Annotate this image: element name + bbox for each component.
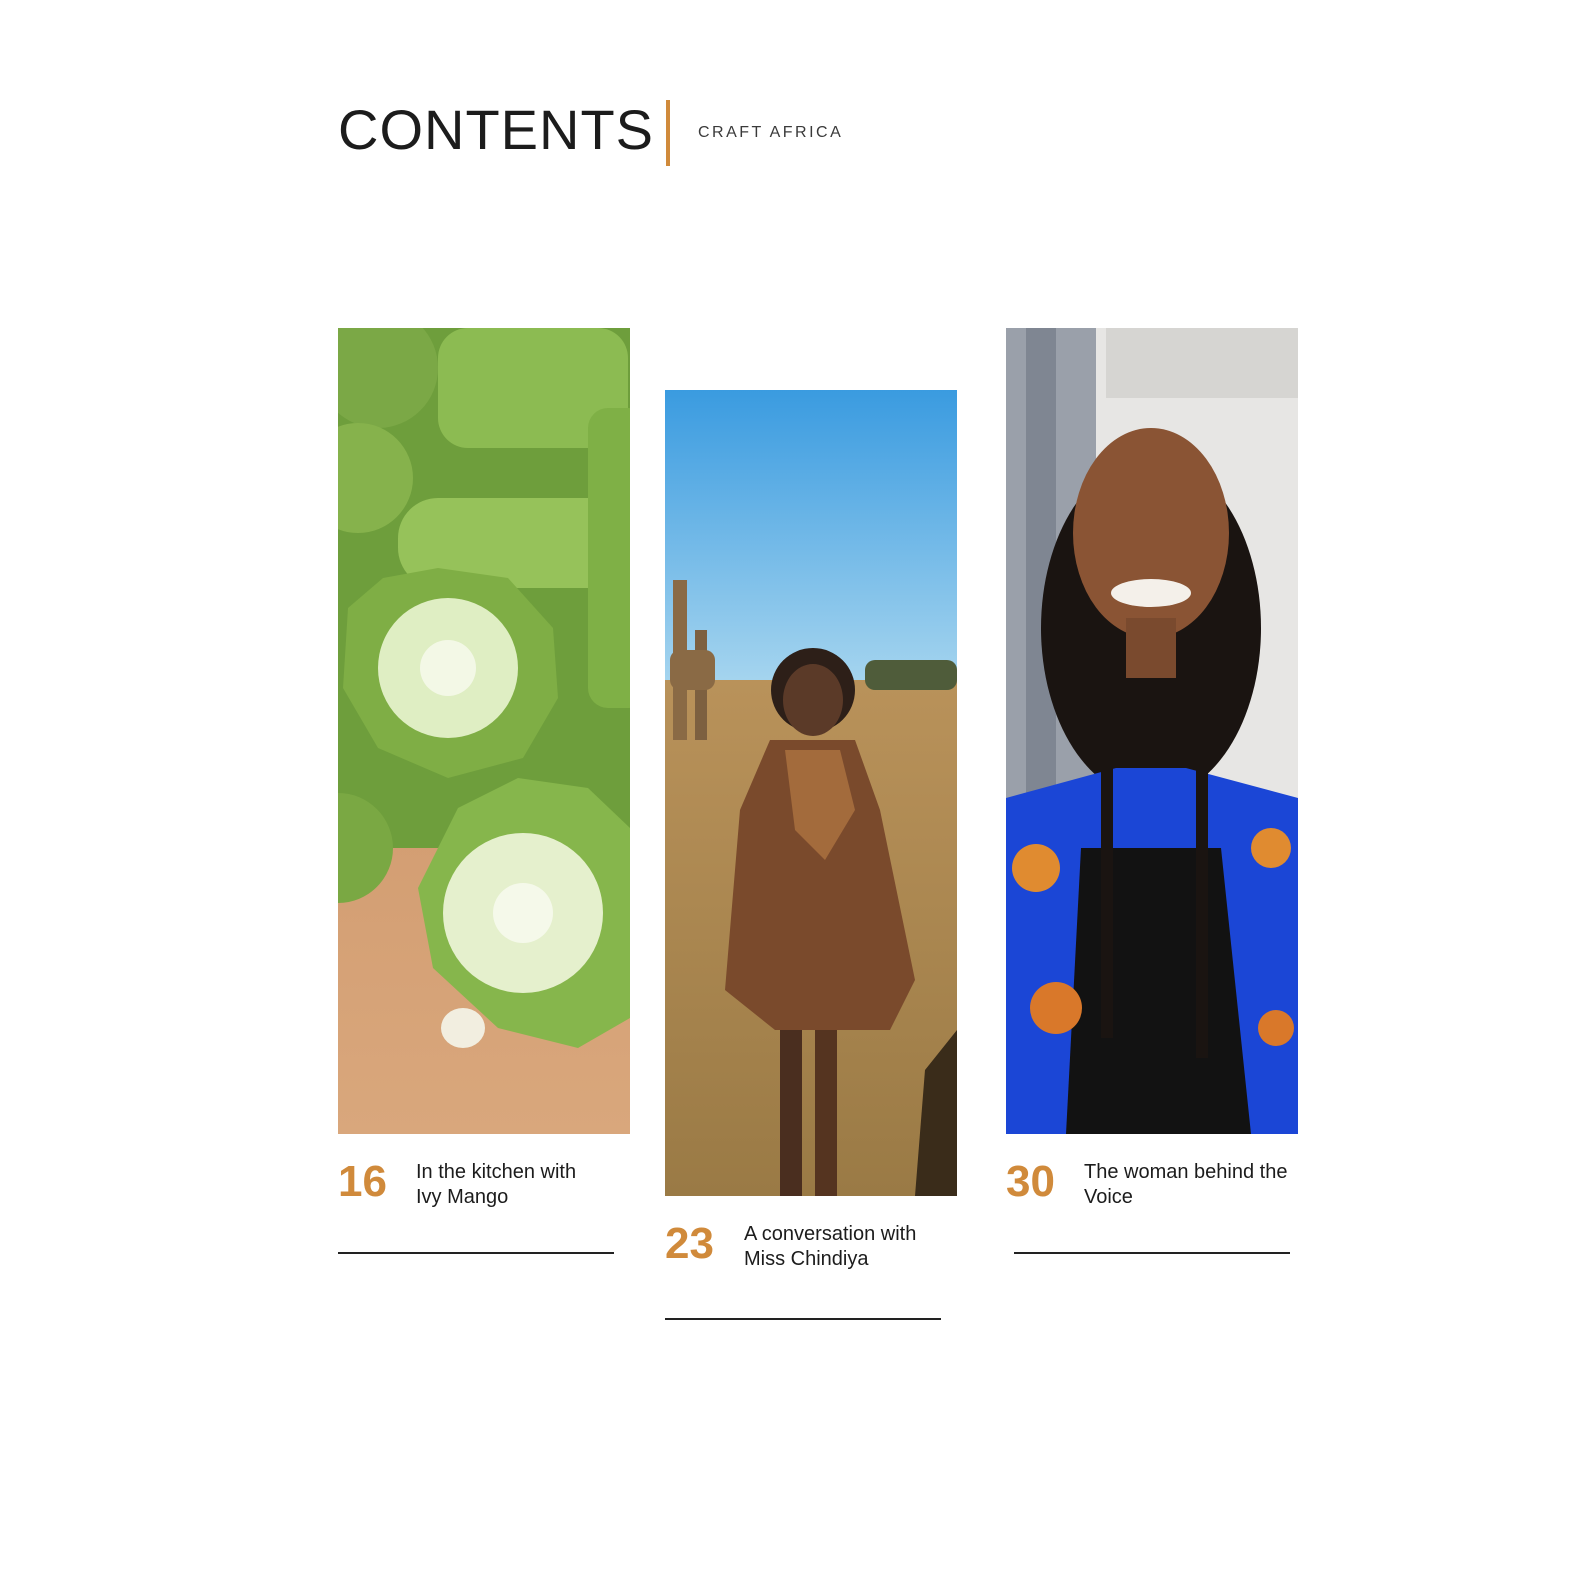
article-title: The woman behind the Voice bbox=[1084, 1160, 1304, 1210]
header-divider bbox=[666, 100, 670, 166]
article-title: In the kitchen with Ivy Mango bbox=[416, 1160, 636, 1210]
article-title-line-1: A conversation with bbox=[744, 1223, 917, 1245]
article-title-line-2: Voice bbox=[1084, 1186, 1133, 1208]
article-title-line-1: In the kitchen with bbox=[416, 1161, 577, 1183]
page-title: CONTENTS bbox=[338, 98, 654, 161]
article-title: A conversation with Miss Chindiya bbox=[744, 1222, 964, 1272]
page-number: 16 bbox=[338, 1157, 387, 1206]
article-underline bbox=[338, 1252, 614, 1254]
article-title-line-1: The woman behind the bbox=[1084, 1161, 1288, 1183]
smiling-woman-portrait-photo[interactable] bbox=[1006, 328, 1298, 1134]
magazine-name: CRAFT AFRICA bbox=[698, 124, 844, 141]
article-underline bbox=[665, 1318, 941, 1320]
page-number: 23 bbox=[665, 1219, 714, 1268]
woman-in-savanna-with-giraffes-photo[interactable] bbox=[665, 390, 957, 1196]
okra-slices-photo[interactable] bbox=[338, 328, 630, 1134]
page-number: 30 bbox=[1006, 1157, 1055, 1206]
article-underline bbox=[1014, 1252, 1290, 1254]
article-title-line-2: Ivy Mango bbox=[416, 1186, 509, 1208]
article-title-line-2: Miss Chindiya bbox=[744, 1248, 869, 1270]
